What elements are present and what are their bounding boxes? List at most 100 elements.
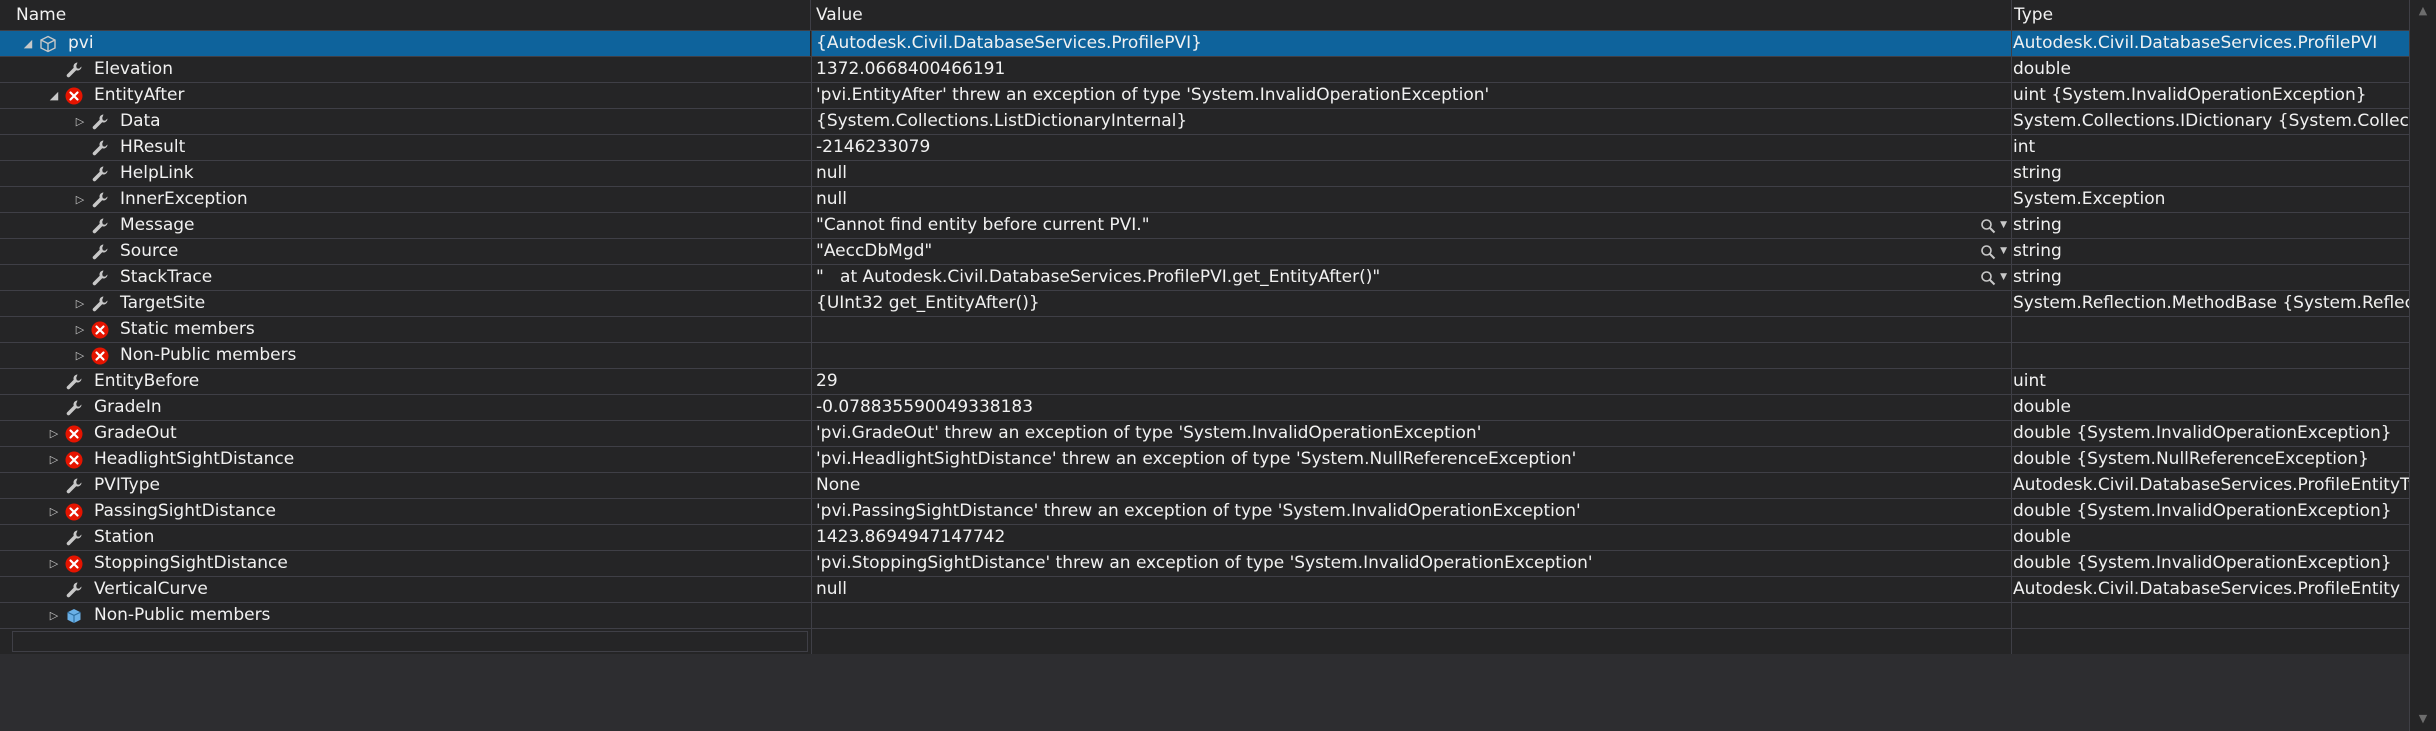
value-cell[interactable]: 'pvi.PassingSightDistance' threw an exce… <box>811 499 2011 524</box>
name-cell[interactable]: Message <box>0 213 810 238</box>
name-cell[interactable]: Source <box>0 239 810 264</box>
watch-row[interactable]: ▷ Static members <box>0 317 2410 343</box>
watch-row[interactable]: HResult -2146233079 int <box>0 135 2410 161</box>
vertical-scrollbar[interactable]: ▲ ▼ <box>2409 0 2436 731</box>
collapsed-arrow-icon[interactable]: ▷ <box>47 499 61 524</box>
value-cell[interactable]: {Autodesk.Civil.DatabaseServices.Profile… <box>811 31 2011 56</box>
dropdown-icon[interactable]: ▼ <box>2000 272 2007 282</box>
name-cell[interactable]: VerticalCurve <box>0 577 810 602</box>
name-cell[interactable]: ▷ InnerException <box>0 187 810 212</box>
watch-row[interactable]: ▷ GradeOut 'pvi.GradeOut' threw an excepti… <box>0 421 2410 447</box>
collapsed-arrow-icon[interactable]: ▷ <box>47 551 61 576</box>
value-cell[interactable]: None <box>811 473 2011 498</box>
watch-row[interactable]: ▷ Non-Public members <box>0 343 2410 369</box>
name-cell[interactable]: HResult <box>0 135 810 160</box>
watch-row[interactable]: ◢ EntityAfter 'pvi.EntityAfter' threw an e… <box>0 83 2410 109</box>
watch-row[interactable]: HelpLink null string <box>0 161 2410 187</box>
column-splitter[interactable] <box>810 0 811 30</box>
watch-row[interactable]: StackTrace " at Autodesk.Civil.DatabaseSe… <box>0 265 2410 291</box>
watch-row[interactable] <box>0 629 2410 655</box>
collapsed-arrow-icon[interactable]: ▷ <box>73 317 87 342</box>
name-cell[interactable]: ▷ PassingSightDistance <box>0 499 810 524</box>
watch-row[interactable]: ▷ StoppingSightDistance 'pvi.StoppingSight… <box>0 551 2410 577</box>
type-column-header[interactable]: Type <box>2014 5 2053 25</box>
watch-row[interactable]: Source "AeccDbMgd" ▼ string <box>0 239 2410 265</box>
name-cell[interactable]: HelpLink <box>0 161 810 186</box>
collapsed-arrow-icon[interactable]: ▷ <box>73 343 87 368</box>
name-cell[interactable]: Elevation <box>0 57 810 82</box>
value-cell[interactable]: 29 <box>811 369 2011 394</box>
watch-row[interactable]: ▷ HeadlightSightDistance 'pvi.HeadlightSig… <box>0 447 2410 473</box>
watch-row[interactable]: Elevation 1372.0668400466191 double <box>0 57 2410 83</box>
text-visualizer-button[interactable]: ▼ <box>1980 239 2007 264</box>
expanded-arrow-icon[interactable]: ◢ <box>47 83 61 108</box>
value-cell[interactable]: "AeccDbMgd" ▼ <box>811 239 2011 264</box>
value-cell[interactable]: 1372.0668400466191 <box>811 57 2011 82</box>
value-cell[interactable]: "Cannot find entity before current PVI."… <box>811 213 2011 238</box>
value-cell[interactable]: 'pvi.StoppingSightDistance' threw an exc… <box>811 551 2011 576</box>
scroll-down-icon[interactable]: ▼ <box>2410 712 2436 725</box>
value-cell[interactable]: " at Autodesk.Civil.DatabaseServices.Pro… <box>811 265 2011 290</box>
name-cell[interactable]: ◢ EntityAfter <box>0 83 810 108</box>
name-cell[interactable]: ▷ Data <box>0 109 810 134</box>
collapsed-arrow-icon[interactable]: ▷ <box>47 421 61 446</box>
value-cell[interactable]: null <box>811 187 2011 212</box>
collapsed-arrow-icon[interactable]: ▷ <box>73 109 87 134</box>
value-cell[interactable] <box>811 343 2011 368</box>
name-cell[interactable] <box>0 629 810 654</box>
watch-row[interactable]: GradeIn -0.078835590049338183 double <box>0 395 2410 421</box>
watch-row[interactable]: ▷ Data {System.Collections.ListDictionaryI… <box>0 109 2410 135</box>
collapsed-arrow-icon[interactable]: ▷ <box>47 603 61 628</box>
value-cell[interactable]: 'pvi.EntityAfter' threw an exception of … <box>811 83 2011 108</box>
name-cell[interactable]: Station <box>0 525 810 550</box>
collapsed-arrow-icon[interactable]: ▷ <box>73 291 87 316</box>
text-visualizer-button[interactable]: ▼ <box>1980 213 2007 238</box>
name-cell[interactable]: ▷ StoppingSightDistance <box>0 551 810 576</box>
magnifier-icon[interactable] <box>1980 218 1996 233</box>
dropdown-icon[interactable]: ▼ <box>2000 220 2007 230</box>
watch-row[interactable]: PVIType None Autodesk.Civil.DatabaseServic… <box>0 473 2410 499</box>
dropdown-icon[interactable]: ▼ <box>2000 246 2007 256</box>
collapsed-arrow-icon[interactable]: ▷ <box>47 447 61 472</box>
column-splitter[interactable] <box>2011 0 2012 30</box>
name-cell[interactable]: GradeIn <box>0 395 810 420</box>
name-cell[interactable]: ▷ Non-Public members <box>0 603 810 628</box>
value-cell[interactable]: null <box>811 161 2011 186</box>
watch-row[interactable]: ▷ Non-Public members <box>0 603 2410 629</box>
name-column-header[interactable]: Name <box>16 5 66 25</box>
name-cell[interactable]: ▷ Non-Public members <box>0 343 810 368</box>
name-cell[interactable]: EntityBefore <box>0 369 810 394</box>
value-cell[interactable] <box>811 603 2011 628</box>
name-cell[interactable]: ▷ Static members <box>0 317 810 342</box>
watch-row[interactable]: EntityBefore 29 uint <box>0 369 2410 395</box>
value-cell[interactable]: {UInt32 get_EntityAfter()} <box>811 291 2011 316</box>
name-cell[interactable]: ▷ TargetSite <box>0 291 810 316</box>
watch-row[interactable]: VerticalCurve null Autodesk.Civil.Database… <box>0 577 2410 603</box>
value-cell[interactable]: -2146233079 <box>811 135 2011 160</box>
value-cell[interactable]: -0.078835590049338183 <box>811 395 2011 420</box>
name-cell[interactable]: StackTrace <box>0 265 810 290</box>
add-watch-input[interactable] <box>12 631 808 652</box>
watch-row[interactable]: ▷ InnerException null System.Exception <box>0 187 2410 213</box>
value-cell[interactable]: {System.Collections.ListDictionaryIntern… <box>811 109 2011 134</box>
value-cell[interactable] <box>811 317 2011 342</box>
value-cell[interactable]: 'pvi.GradeOut' threw an exception of typ… <box>811 421 2011 446</box>
value-column-header[interactable]: Value <box>816 5 863 25</box>
name-cell[interactable]: PVIType <box>0 473 810 498</box>
name-cell[interactable]: ▷ GradeOut <box>0 421 810 446</box>
value-cell[interactable] <box>811 629 2011 654</box>
watch-row[interactable]: ▷ TargetSite {UInt32 get_EntityAfter()} Sys… <box>0 291 2410 317</box>
watch-row[interactable]: ▷ PassingSightDistance 'pvi.PassingSightDi… <box>0 499 2410 525</box>
value-cell[interactable]: 'pvi.HeadlightSightDistance' threw an ex… <box>811 447 2011 472</box>
scroll-up-icon[interactable]: ▲ <box>2410 4 2436 17</box>
expanded-arrow-icon[interactable]: ◢ <box>21 31 35 56</box>
magnifier-icon[interactable] <box>1980 244 1996 259</box>
collapsed-arrow-icon[interactable]: ▷ <box>73 187 87 212</box>
name-cell[interactable]: ◢ pvi <box>0 31 810 56</box>
value-cell[interactable]: null <box>811 577 2011 602</box>
name-cell[interactable]: ▷ HeadlightSightDistance <box>0 447 810 472</box>
watch-row[interactable]: ◢ pvi {Autodesk.Civil.DatabaseServices.Pro… <box>0 31 2410 57</box>
watch-row[interactable]: Message "Cannot find entity before curren… <box>0 213 2410 239</box>
value-cell[interactable]: 1423.8694947147742 <box>811 525 2011 550</box>
magnifier-icon[interactable] <box>1980 270 1996 285</box>
